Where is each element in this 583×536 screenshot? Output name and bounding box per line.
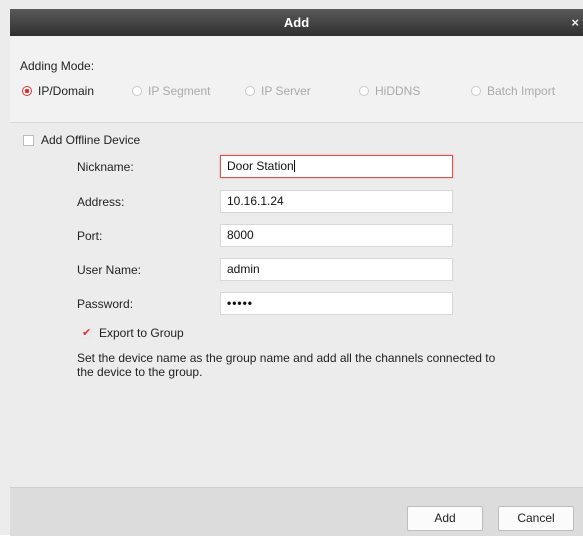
checkbox-label: Add Offline Device [41,133,141,147]
username-label: User Name: [77,263,142,277]
adding-mode-section: Adding Mode: IP/Domain IP Segment IP Ser… [10,36,583,122]
nickname-input[interactable]: Door Station [220,155,453,178]
add-device-dialog: Add × Adding Mode: IP/Domain IP Segment … [0,0,583,536]
radio-unselected-icon [471,86,481,96]
nickname-label: Nickname: [77,160,134,174]
port-value: 8000 [227,228,254,242]
port-input[interactable]: 8000 [220,224,453,247]
close-icon[interactable]: × [571,9,579,36]
username-input[interactable]: admin [220,258,453,281]
radio-label: IP Segment [148,84,211,98]
radio-ip-server[interactable]: IP Server [245,84,311,98]
cancel-button[interactable]: Cancel [498,506,574,531]
radio-selected-icon [22,86,32,96]
checkbox-checked-icon [81,326,92,339]
password-label: Password: [77,297,134,311]
title-bar: Add × [10,9,583,36]
radio-ip-segment[interactable]: IP Segment [132,84,210,98]
radio-batch-import[interactable]: Batch Import [471,84,555,98]
radio-unselected-icon [245,86,255,96]
radio-label: IP/Domain [38,84,95,98]
password-input[interactable]: ••••• [220,292,453,315]
password-value: ••••• [227,296,254,310]
divider [10,122,583,123]
window-title: Add [283,15,310,30]
radio-label: HiDDNS [375,84,421,98]
radio-unselected-icon [359,86,369,96]
adding-mode-options: IP/Domain IP Segment IP Server HiDDNS Ba… [10,84,583,108]
checkbox-unchecked-icon [23,134,34,146]
checkbox-label: Export to Group [99,326,184,340]
radio-unselected-icon [132,86,142,96]
address-label: Address: [77,195,125,209]
username-value: admin [227,262,260,276]
add-button[interactable]: Add [407,506,483,531]
dialog-footer: Add Cancel [10,487,583,536]
address-input[interactable]: 10.16.1.24 [220,190,453,213]
add-offline-device-checkbox[interactable]: Add Offline Device [23,133,140,147]
radio-label: Batch Import [487,84,556,98]
radio-ip-domain[interactable]: IP/Domain [22,84,94,98]
address-value: 10.16.1.24 [227,194,284,208]
text-cursor [293,160,295,172]
radio-hiddns[interactable]: HiDDNS [359,84,420,98]
adding-mode-label: Adding Mode: [20,59,95,73]
radio-label: IP Server [261,84,311,98]
nickname-value: Door Station [227,159,294,173]
export-to-group-checkbox[interactable]: Export to Group [81,326,184,340]
export-hint-text: Set the device name as the group name an… [77,351,496,379]
port-label: Port: [77,229,103,243]
